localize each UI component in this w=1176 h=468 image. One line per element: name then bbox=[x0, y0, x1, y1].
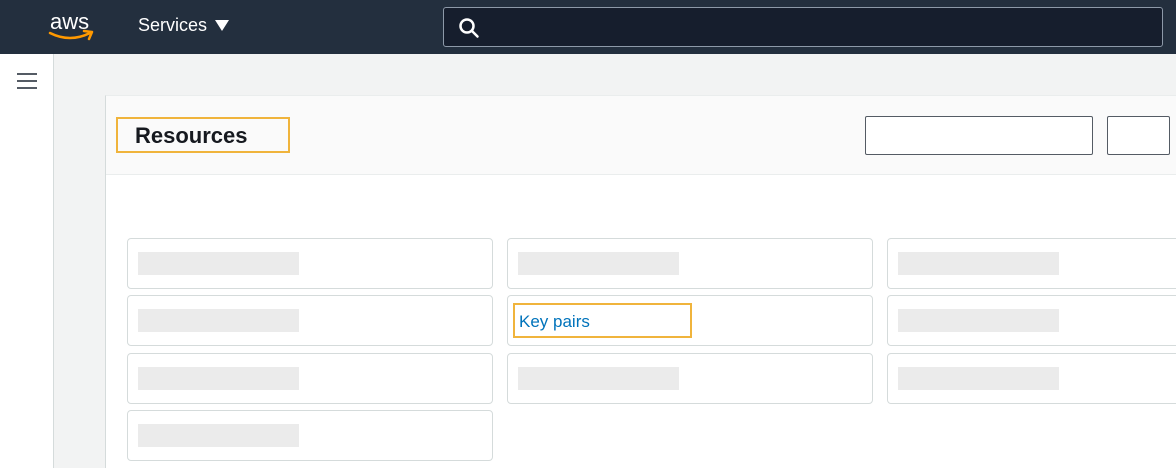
resource-card[interactable] bbox=[127, 353, 493, 404]
aws-logo[interactable]: aws bbox=[48, 7, 96, 43]
resource-card[interactable] bbox=[127, 295, 493, 346]
title-highlight: Resources bbox=[116, 117, 290, 153]
resource-card[interactable] bbox=[507, 238, 873, 289]
top-navigation-bar: aws Services bbox=[0, 0, 1176, 54]
header-small-button[interactable] bbox=[1107, 116, 1170, 155]
header-wide-button[interactable] bbox=[865, 116, 1093, 155]
resources-panel: Resources Key pairs bbox=[105, 95, 1176, 468]
placeholder-bar bbox=[898, 309, 1059, 332]
resource-card[interactable] bbox=[887, 295, 1176, 346]
key-pairs-link[interactable]: Key pairs bbox=[519, 312, 590, 332]
resource-card-key-pairs[interactable]: Key pairs bbox=[507, 295, 873, 346]
placeholder-bar bbox=[518, 252, 679, 275]
side-navigation bbox=[0, 54, 54, 468]
resource-card[interactable] bbox=[887, 238, 1176, 289]
smile-arrow-icon bbox=[48, 29, 94, 41]
resource-card[interactable] bbox=[887, 353, 1176, 404]
search-icon bbox=[459, 18, 479, 38]
resource-card[interactable] bbox=[127, 410, 493, 461]
search-input[interactable] bbox=[488, 12, 1148, 42]
placeholder-bar bbox=[898, 252, 1059, 275]
placeholder-bar bbox=[138, 252, 299, 275]
panel-title: Resources bbox=[135, 123, 248, 148]
panel-header: Resources bbox=[106, 96, 1176, 175]
caret-down-icon bbox=[215, 20, 230, 31]
menu-icon[interactable] bbox=[17, 73, 37, 89]
placeholder-bar bbox=[518, 367, 679, 390]
placeholder-bar bbox=[138, 367, 299, 390]
resource-card[interactable] bbox=[507, 353, 873, 404]
search-box[interactable] bbox=[443, 7, 1163, 47]
placeholder-bar bbox=[138, 424, 299, 447]
resource-card[interactable] bbox=[127, 238, 493, 289]
services-label: Services bbox=[138, 15, 208, 35]
placeholder-bar bbox=[138, 309, 299, 332]
placeholder-bar bbox=[898, 367, 1059, 390]
services-menu-button[interactable]: Services bbox=[138, 15, 230, 36]
